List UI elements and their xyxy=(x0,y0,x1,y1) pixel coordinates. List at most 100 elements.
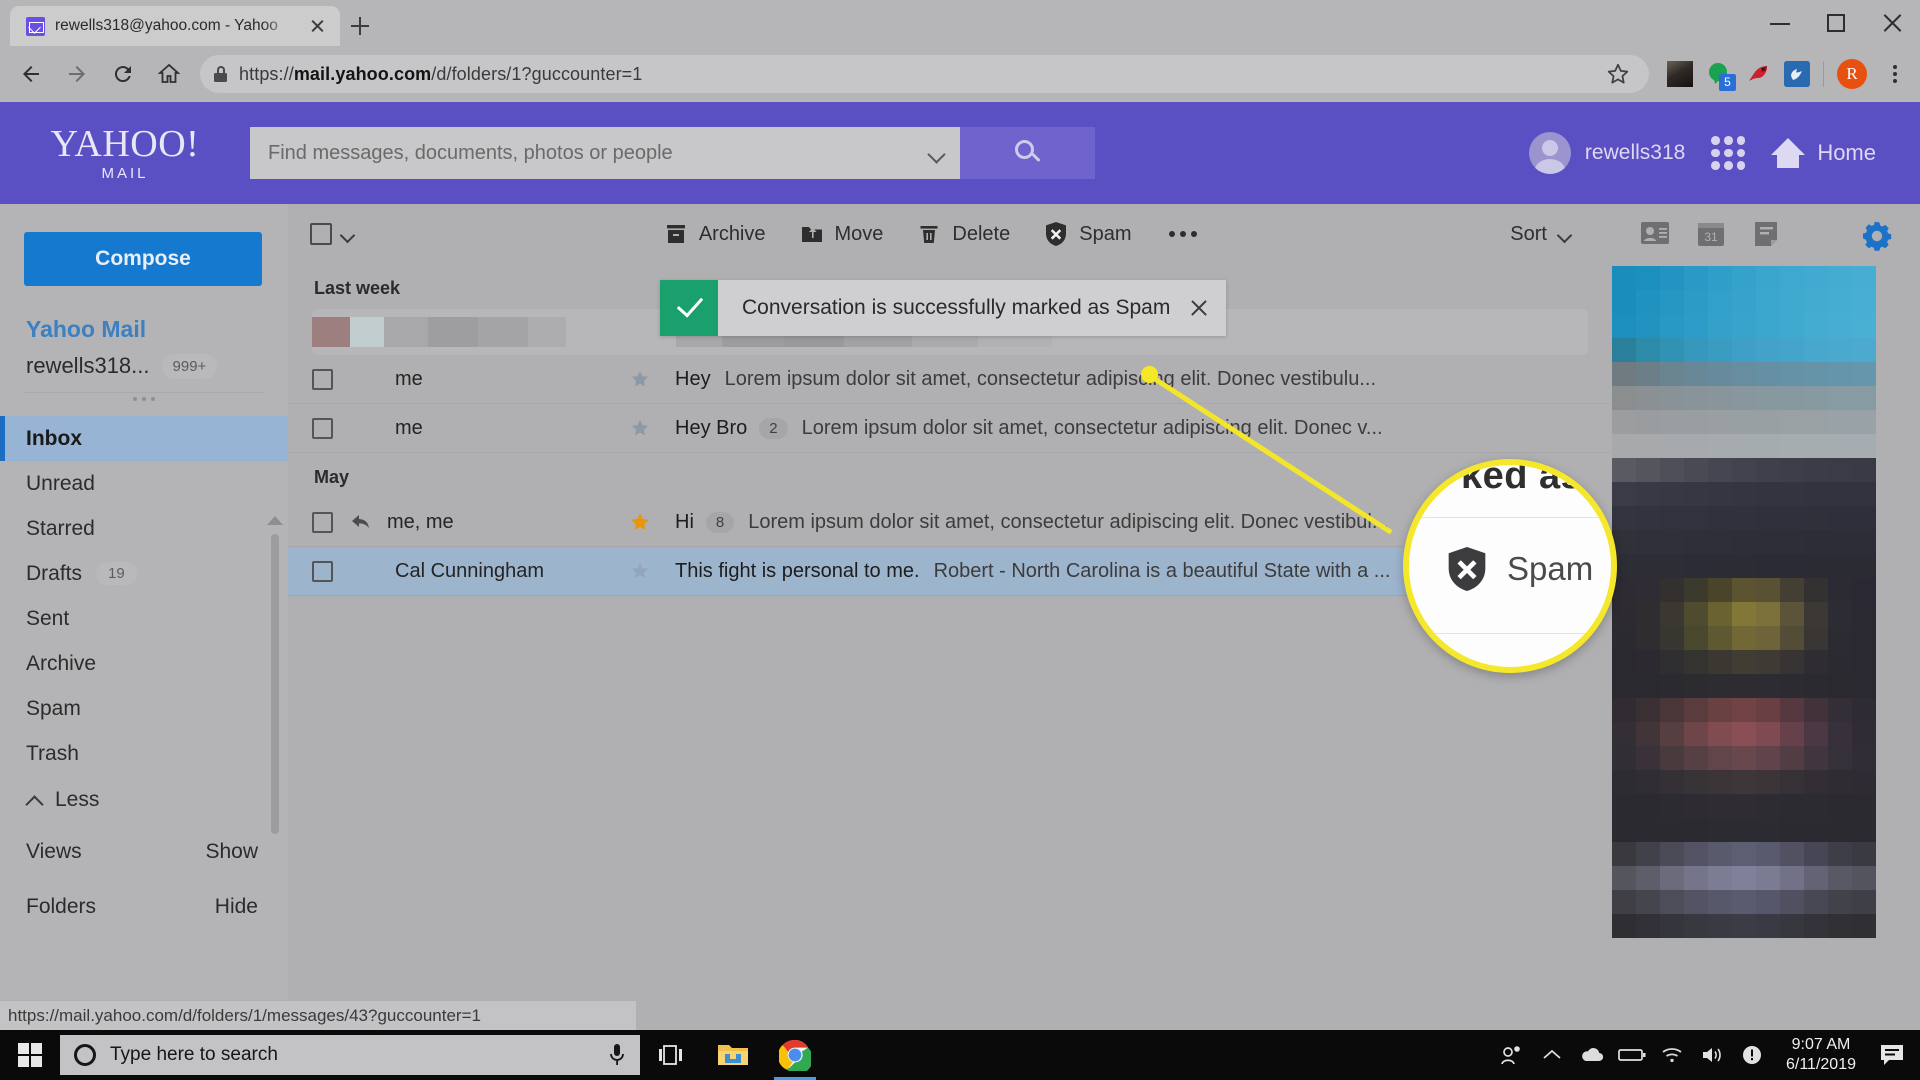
row-checkbox[interactable] xyxy=(312,417,333,439)
people-icon[interactable] xyxy=(1492,1030,1532,1080)
taskbar-search[interactable]: Type here to search xyxy=(60,1035,640,1075)
profile-avatar[interactable]: R xyxy=(1837,59,1867,89)
wifi-icon[interactable] xyxy=(1652,1030,1692,1080)
onedrive-icon[interactable] xyxy=(1572,1030,1612,1080)
window-controls xyxy=(1752,0,1920,46)
home-link[interactable]: Home xyxy=(1771,138,1876,168)
account-menu[interactable]: rewells318 xyxy=(1528,132,1685,174)
start-button[interactable] xyxy=(0,1030,60,1080)
microphone-icon[interactable] xyxy=(606,1042,628,1068)
right-rail: 31 xyxy=(1610,204,1920,1030)
f-extension-icon[interactable] xyxy=(1784,61,1810,87)
calendar-day: 31 xyxy=(1704,230,1718,244)
forward-button[interactable] xyxy=(56,53,98,95)
system-tray: 9:07 AM 6/11/2019 xyxy=(1492,1030,1920,1080)
move-button[interactable]: Move xyxy=(800,222,883,246)
sidebar-item-trash[interactable]: Trash xyxy=(0,731,288,776)
browser-tab[interactable]: rewells318@yahoo.com - Yahoo xyxy=(10,6,340,46)
settings-gear-icon[interactable] xyxy=(1860,219,1894,253)
search-input[interactable] xyxy=(268,141,928,165)
new-tab-button[interactable] xyxy=(340,6,380,46)
sidebar-views-action[interactable]: Show xyxy=(205,840,258,864)
volume-icon[interactable] xyxy=(1692,1030,1732,1080)
row-checkbox[interactable] xyxy=(312,368,333,390)
search-options-chevron-down-icon[interactable] xyxy=(928,148,946,158)
photo-extension-icon[interactable] xyxy=(1667,61,1693,87)
yahoo-mail-logo[interactable]: YAHOO! MAIL xyxy=(0,125,250,182)
sidebar-item-label: Starred xyxy=(26,516,95,540)
calendar-icon[interactable]: 31 xyxy=(1696,220,1726,248)
message-sender: me xyxy=(395,416,423,439)
bookmark-star-icon[interactable] xyxy=(1601,57,1635,91)
screen: rewells318@yahoo.com - Yahoo https://mai… xyxy=(0,0,1920,1080)
back-button[interactable] xyxy=(10,53,52,95)
search-box[interactable] xyxy=(250,127,960,179)
green-bubble-extension-icon[interactable]: 5 xyxy=(1706,61,1736,91)
sidebar-views-row[interactable]: Views Show xyxy=(0,824,288,879)
battery-icon[interactable] xyxy=(1612,1030,1652,1080)
sidebar-item-label: Inbox xyxy=(26,426,82,450)
minimize-button[interactable] xyxy=(1752,0,1808,46)
sidebar-item-starred[interactable]: Starred xyxy=(0,506,288,551)
chevron-up-icon xyxy=(26,794,44,806)
toolbar-divider xyxy=(1823,61,1824,87)
sidebar-scrollbar[interactable] xyxy=(271,534,279,834)
move-icon xyxy=(801,227,822,242)
star-icon[interactable] xyxy=(627,368,653,390)
maximize-button[interactable] xyxy=(1808,0,1864,46)
sort-button[interactable]: Sort xyxy=(1510,223,1578,246)
sidebar-collapse-handle[interactable] xyxy=(0,397,288,401)
sidebar-account-row[interactable]: rewells318... 999+ xyxy=(26,353,288,379)
contacts-icon[interactable] xyxy=(1640,220,1670,248)
table-row[interactable]: me Hey Bro 2 Lorem ipsum dolor sit amet,… xyxy=(288,404,1610,453)
advertisement-image[interactable] xyxy=(1612,266,1876,958)
reload-button[interactable] xyxy=(102,53,144,95)
table-row[interactable]: me Hey Lorem ipsum dolor sit amet, conse… xyxy=(288,355,1610,404)
sidebar-item-label: Archive xyxy=(26,651,97,675)
show-hidden-icons-chevron-up-icon[interactable] xyxy=(1532,1030,1572,1080)
cardinal-extension-icon[interactable] xyxy=(1745,61,1771,87)
home-button[interactable] xyxy=(148,53,190,95)
sidebar-item-unread[interactable]: Unread xyxy=(0,461,288,506)
sidebar-item-drafts[interactable]: Drafts 19 xyxy=(0,551,288,596)
select-all-control[interactable] xyxy=(310,223,355,245)
star-icon[interactable] xyxy=(627,510,653,534)
compose-button[interactable]: Compose xyxy=(24,232,262,286)
search-icon xyxy=(1014,140,1041,166)
archive-button[interactable]: Archive xyxy=(664,222,766,246)
delete-button[interactable]: Delete xyxy=(917,222,1010,246)
close-window-button[interactable] xyxy=(1864,0,1920,46)
star-icon[interactable] xyxy=(627,560,653,582)
apps-grid-icon[interactable] xyxy=(1711,136,1746,170)
sidebar-item-sent[interactable]: Sent xyxy=(0,596,288,641)
sidebar-scroll-up-arrow[interactable] xyxy=(267,516,283,525)
row-checkbox[interactable] xyxy=(312,511,333,533)
sidebar-folders-row[interactable]: Folders Hide xyxy=(0,879,288,934)
sidebar-less-toggle[interactable]: Less xyxy=(0,776,288,824)
close-tab-icon[interactable] xyxy=(306,14,330,38)
browser-menu-icon[interactable] xyxy=(1880,57,1910,91)
spam-button[interactable]: Spam xyxy=(1044,221,1131,247)
address-bar[interactable]: https://mail.yahoo.com/d/folders/1?gucco… xyxy=(200,55,1649,93)
row-checkbox[interactable] xyxy=(312,560,333,582)
alert-icon[interactable] xyxy=(1732,1030,1772,1080)
file-explorer-button[interactable] xyxy=(702,1030,764,1080)
select-all-checkbox[interactable] xyxy=(310,223,332,245)
star-icon[interactable] xyxy=(627,417,653,439)
notepad-icon[interactable] xyxy=(1752,220,1782,248)
close-icon[interactable] xyxy=(1172,280,1226,336)
chrome-button[interactable] xyxy=(764,1030,826,1080)
sidebar-item-archive[interactable]: Archive xyxy=(0,641,288,686)
sidebar-folder-list: Inbox Unread Starred Drafts 19 Sent Arch… xyxy=(0,416,288,776)
sidebar-item-inbox[interactable]: Inbox xyxy=(0,416,288,461)
search-button[interactable] xyxy=(960,127,1095,179)
more-options-icon[interactable] xyxy=(1165,231,1201,237)
magnifier-divider xyxy=(1409,517,1611,518)
taskbar-clock[interactable]: 9:07 AM 6/11/2019 xyxy=(1772,1035,1870,1075)
action-center-icon[interactable] xyxy=(1870,1030,1914,1080)
message-snippet: Robert - North Carolina is a beautiful S… xyxy=(933,559,1391,582)
chevron-down-icon[interactable] xyxy=(340,230,355,239)
sidebar-item-spam[interactable]: Spam xyxy=(0,686,288,731)
sidebar-folders-action[interactable]: Hide xyxy=(215,895,258,919)
task-view-button[interactable] xyxy=(640,1030,702,1080)
